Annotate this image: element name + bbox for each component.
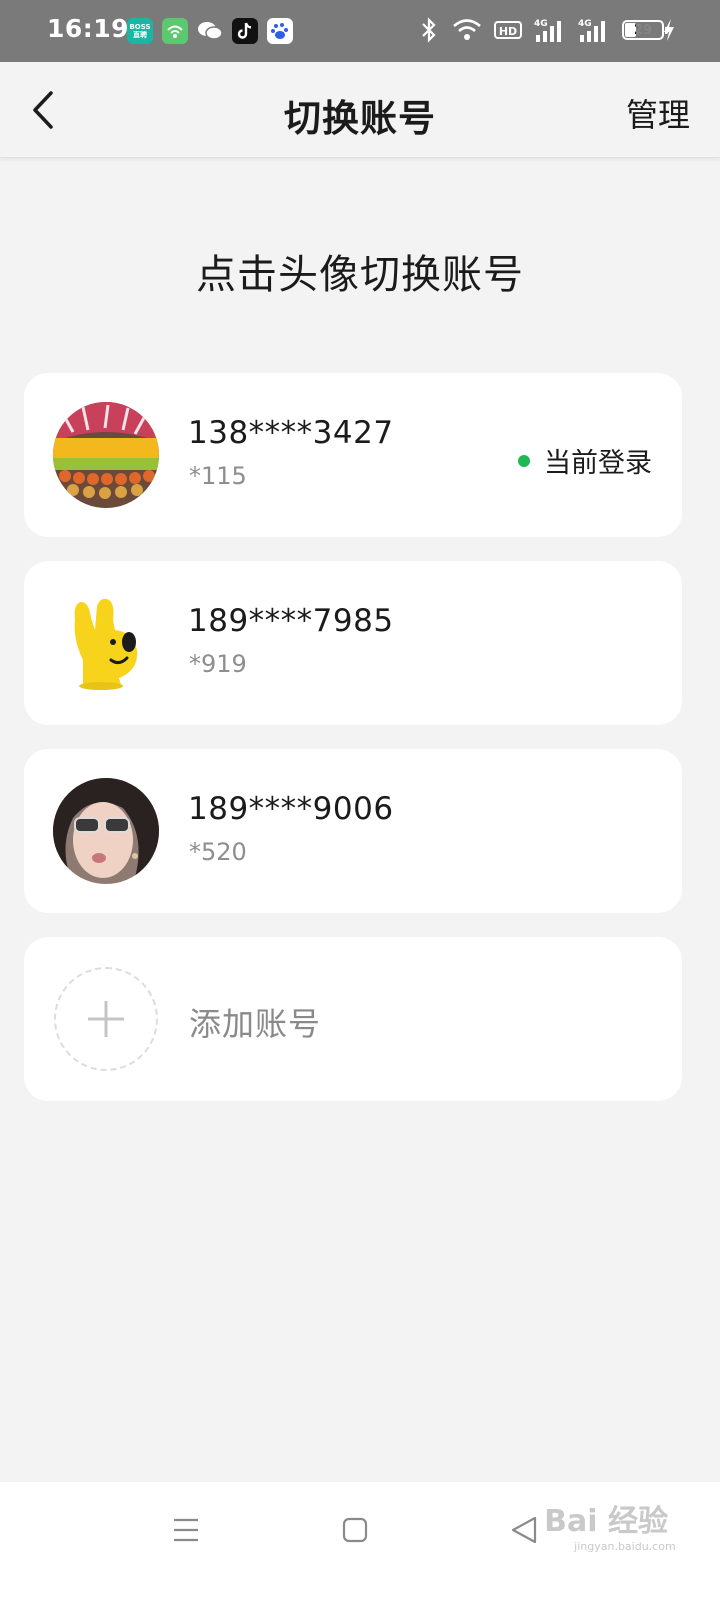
- current-login-label: 当前登录: [544, 448, 652, 479]
- back-nav-button[interactable]: [504, 1510, 544, 1550]
- add-account-button[interactable]: [54, 967, 158, 1071]
- avatar[interactable]: [53, 402, 159, 508]
- status-app-icons: BOSS 直聘: [127, 18, 293, 44]
- svg-text:4G: 4G: [578, 19, 592, 29]
- bluetooth-icon: [422, 17, 436, 43]
- account-card[interactable]: 138****3427 *115 当前登录: [24, 373, 682, 537]
- add-account-label: 添加账号: [189, 1005, 322, 1043]
- page-title: 切换账号: [284, 97, 436, 140]
- account-suffix: *115: [189, 462, 247, 490]
- current-login-badge: 当前登录: [518, 441, 652, 480]
- baidu-jingyan-watermark: Bai 经验 jingyan.baidu.com: [544, 1496, 676, 1553]
- menu-icon: [174, 1518, 198, 1542]
- account-phone: 189****7985: [188, 603, 394, 639]
- battery-icon: 29: [622, 20, 668, 40]
- manage-button[interactable]: 管理: [626, 90, 690, 136]
- wechat-icon: [197, 18, 223, 44]
- account-card[interactable]: 189****7985 *919: [24, 561, 682, 725]
- watermark-url: jingyan.baidu.com: [574, 1540, 676, 1553]
- account-phone: 138****3427: [188, 415, 394, 451]
- signal-4g-icon: 4G: [534, 19, 561, 42]
- home-button[interactable]: [335, 1510, 375, 1550]
- svg-text:HD: HD: [499, 25, 517, 38]
- app-header: 切换账号 管理: [0, 62, 720, 158]
- status-time: 16:19: [47, 14, 130, 43]
- account-suffix: *520: [189, 838, 247, 866]
- square-home-icon: [342, 1517, 368, 1543]
- switch-account-prompt: 点击头像切换账号: [196, 252, 524, 298]
- boss-zhipin-icon: BOSS 直聘: [127, 18, 153, 44]
- charging-icon: [664, 19, 674, 41]
- system-nav-bar: Bai 经验 jingyan.baidu.com: [0, 1482, 720, 1600]
- account-card[interactable]: 189****9006 *520: [24, 749, 682, 913]
- hd-icon: HD: [494, 21, 522, 39]
- status-indicators: HD 4G 4G 29: [418, 17, 668, 43]
- signal-4g-icon: 4G: [578, 19, 605, 42]
- add-account-card[interactable]: 添加账号: [24, 937, 682, 1101]
- menu-button[interactable]: [166, 1510, 206, 1550]
- triangle-back-icon: [511, 1516, 537, 1544]
- battery-level: 29: [633, 22, 653, 38]
- avatar[interactable]: [53, 590, 159, 696]
- status-bar: 16:19 BOSS 直聘 HD 4G 4G 29: [0, 0, 720, 62]
- account-phone: 189****9006: [188, 791, 394, 827]
- account-suffix: *919: [189, 650, 247, 678]
- wifi-signal-icon: [453, 19, 481, 40]
- status-dot: [518, 454, 530, 467]
- avatar[interactable]: [53, 778, 159, 884]
- tiktok-icon: [232, 18, 258, 44]
- wifi-app-icon: [162, 18, 188, 44]
- watermark-text: Bai 经验: [544, 1504, 668, 1539]
- baidu-icon: [267, 18, 293, 44]
- plus-icon: [88, 1001, 124, 1037]
- svg-text:4G: 4G: [534, 19, 548, 29]
